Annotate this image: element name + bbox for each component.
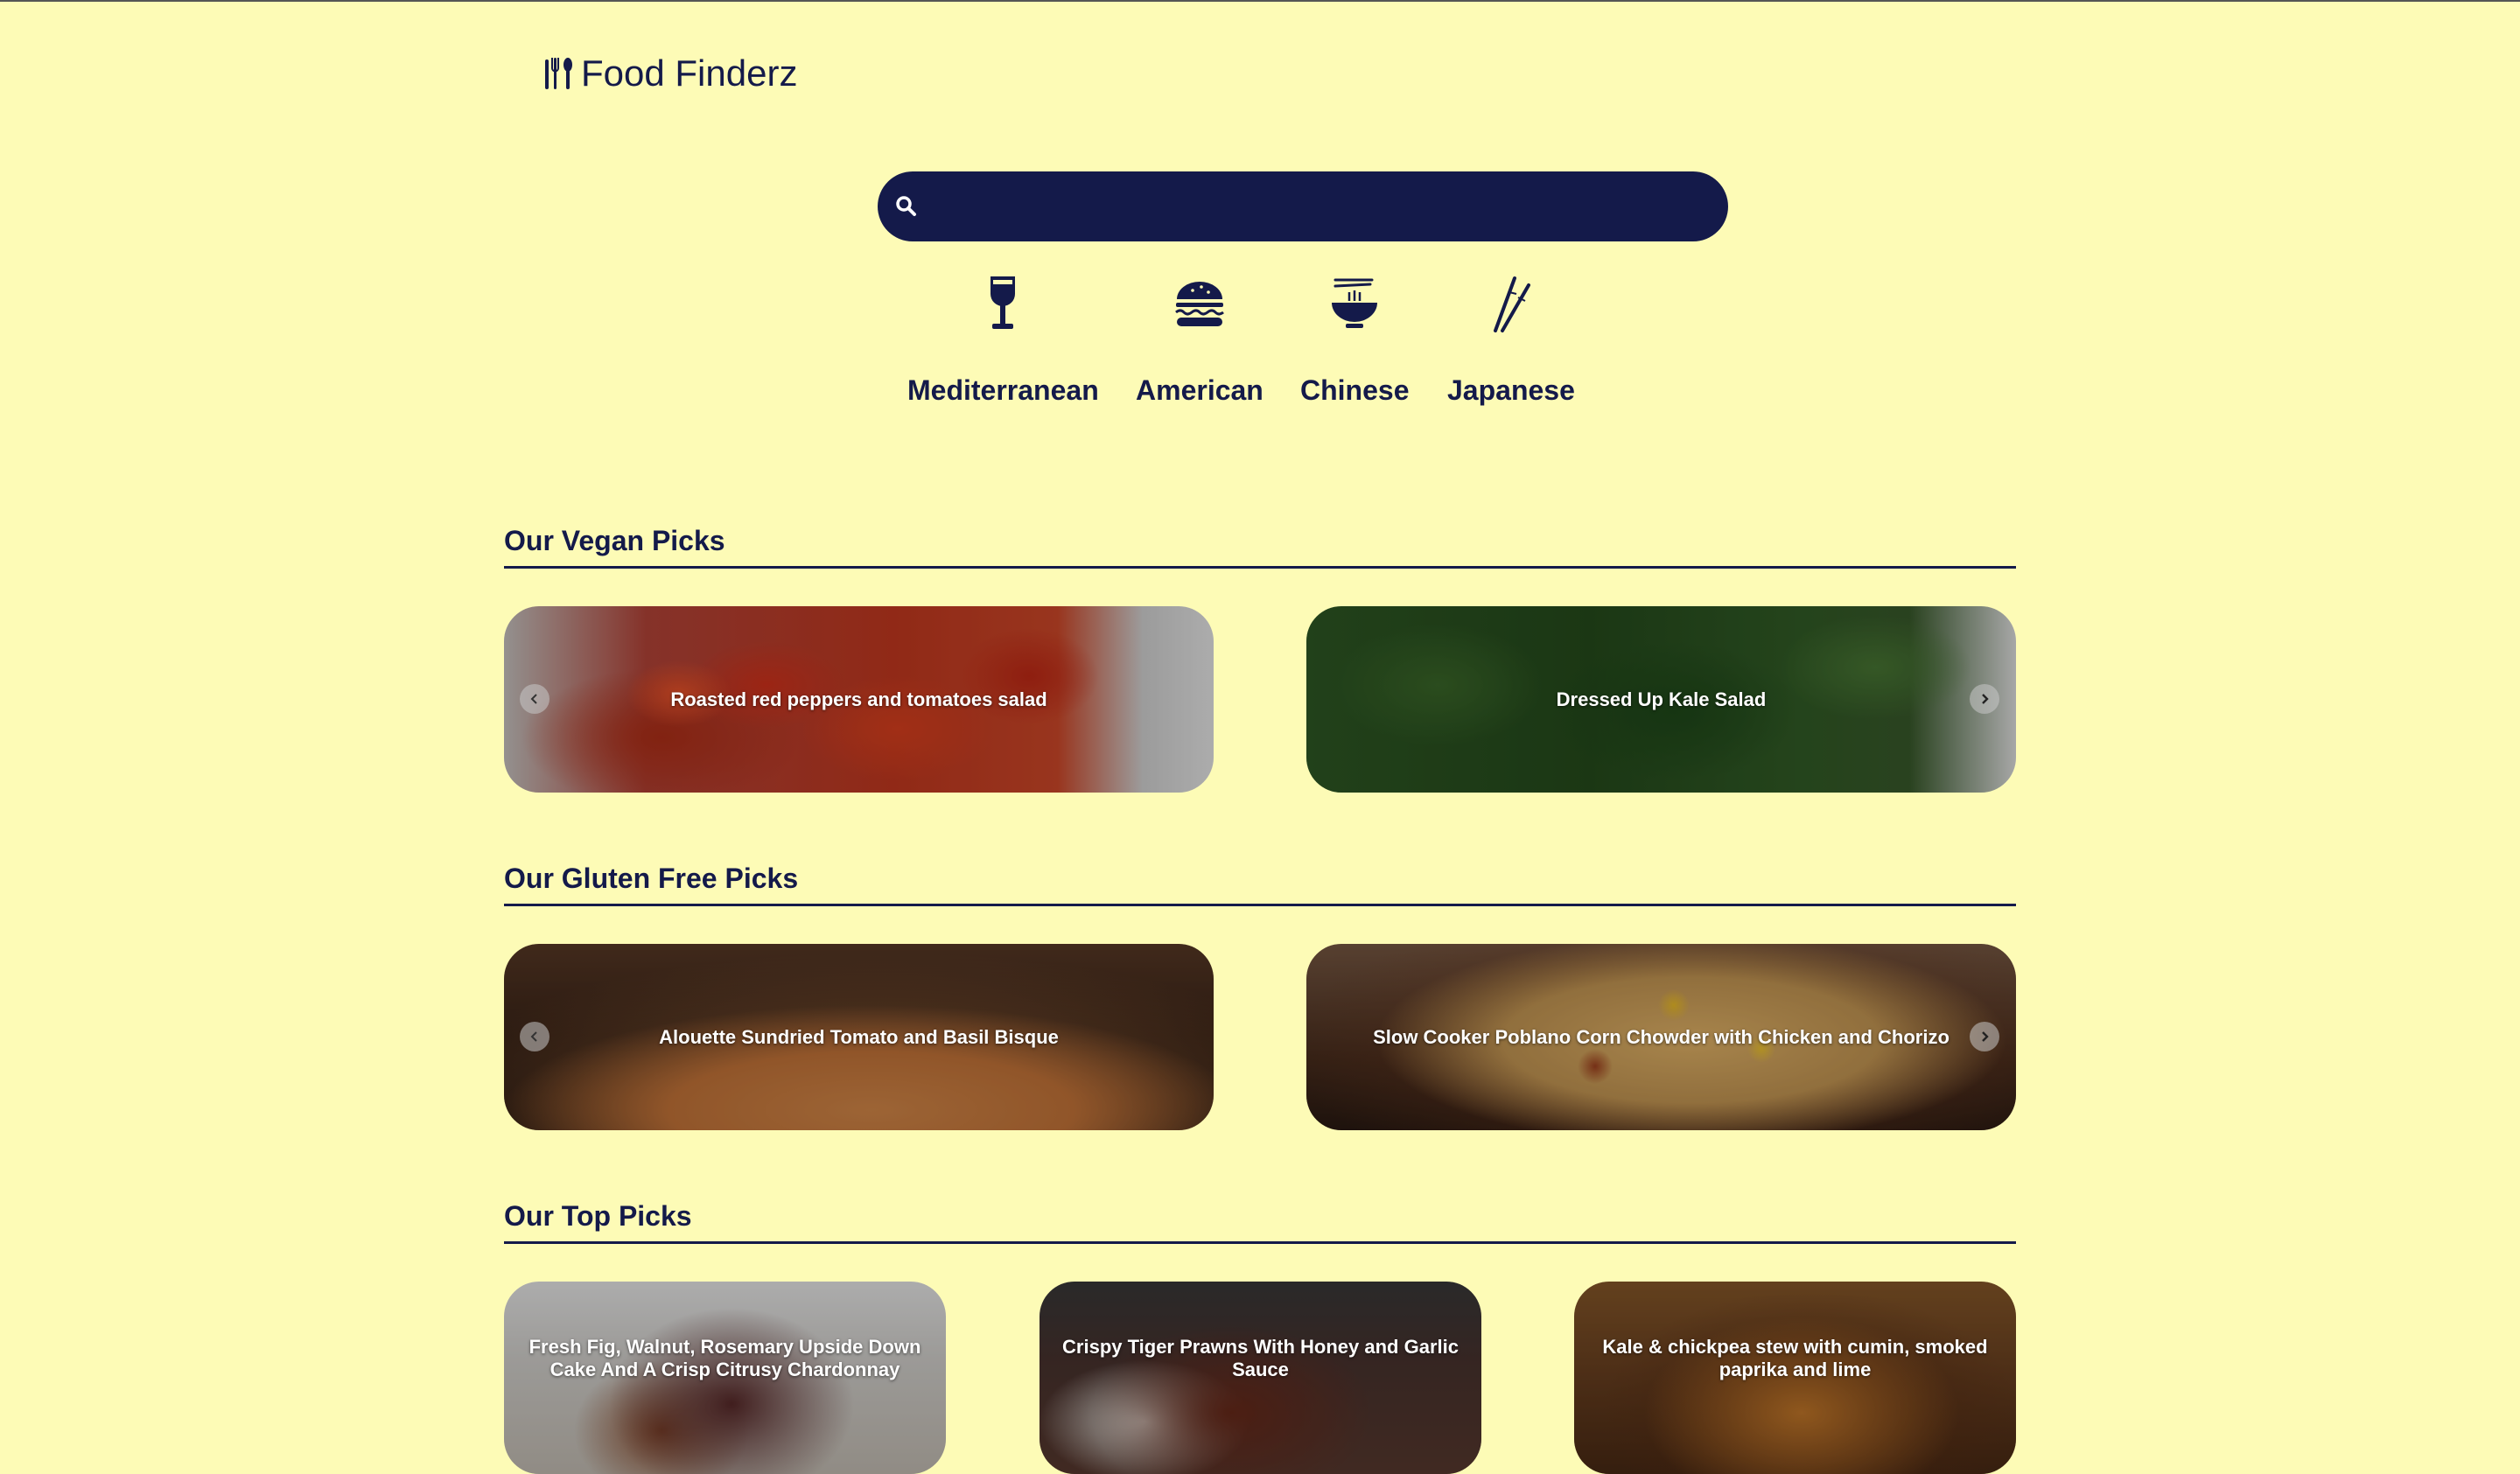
section-divider <box>504 904 2016 906</box>
recipe-title: Slow Cooker Poblano Corn Chowder with Ch… <box>1373 1025 1950 1048</box>
section-divider <box>504 566 2016 569</box>
wine-glass-icon <box>990 276 1016 329</box>
recipe-title: Kale & chickpea stew with cumin, smoked … <box>1602 1336 1988 1380</box>
recipe-title: Alouette Sundried Tomato and Basil Bisqu… <box>659 1025 1059 1048</box>
recipe-card[interactable]: Kale & chickpea stew with cumin, smoked … <box>1574 1282 2016 1474</box>
chevron-left-icon <box>530 1031 537 1042</box>
carousel-prev-button[interactable] <box>520 684 550 714</box>
burger-icon <box>1174 282 1224 326</box>
chevron-right-icon <box>1982 694 1989 704</box>
cuisine-mediterranean[interactable]: Mediterranean <box>907 273 1099 407</box>
chopsticks-icon <box>1493 276 1530 332</box>
logo[interactable]: Food Finderz <box>542 52 797 94</box>
section-title-top: Our Top Picks <box>504 1200 692 1232</box>
cuisine-label: Mediterranean <box>907 374 1099 406</box>
section-title-vegan: Our Vegan Picks <box>504 525 725 556</box>
cuisine-chinese[interactable]: Chinese <box>1300 273 1409 407</box>
cuisine-label: Chinese <box>1300 374 1410 406</box>
recipe-card[interactable]: Dressed Up Kale Salad <box>1306 606 2016 793</box>
recipe-title: Dressed Up Kale Salad <box>1556 688 1767 710</box>
app-title: Food Finderz <box>581 52 798 94</box>
cuisine-label: Japanese <box>1447 374 1575 406</box>
noodle-bowl-icon <box>1332 278 1378 328</box>
recipe-card[interactable]: Fresh Fig, Walnut, Rosemary Upside Down … <box>504 1282 946 1474</box>
section-title-gluten-free: Our Gluten Free Picks <box>504 863 799 894</box>
recipe-card[interactable]: Slow Cooker Poblano Corn Chowder with Ch… <box>1306 944 2016 1130</box>
section-divider <box>504 1241 2016 1244</box>
carousel-next-button[interactable] <box>1970 684 1999 714</box>
chevron-right-icon <box>1982 1031 1989 1042</box>
recipe-card[interactable]: Roasted red peppers and tomatoes salad <box>504 606 1214 793</box>
carousel-next-button[interactable] <box>1970 1022 1999 1051</box>
search-icon <box>896 196 916 216</box>
top-border <box>0 0 2520 2</box>
carousel-prev-button[interactable] <box>520 1022 550 1051</box>
cuisine-japanese[interactable]: Japanese <box>1447 273 1575 407</box>
recipe-title: Roasted red peppers and tomatoes salad <box>670 688 1047 710</box>
search-input[interactable] <box>930 179 1728 234</box>
recipe-title: Crispy Tiger Prawns With Honey and Garli… <box>1062 1336 1459 1380</box>
recipe-card[interactable]: Crispy Tiger Prawns With Honey and Garli… <box>1040 1282 1481 1474</box>
search-bar[interactable] <box>878 171 1728 241</box>
cuisine-american[interactable]: American <box>1136 273 1264 407</box>
recipe-title: Fresh Fig, Walnut, Rosemary Upside Down … <box>528 1336 921 1380</box>
chevron-left-icon <box>530 694 537 704</box>
recipe-card[interactable]: Alouette Sundried Tomato and Basil Bisqu… <box>504 944 1214 1130</box>
cuisine-label: American <box>1136 374 1264 406</box>
utensils-icon <box>545 58 572 89</box>
